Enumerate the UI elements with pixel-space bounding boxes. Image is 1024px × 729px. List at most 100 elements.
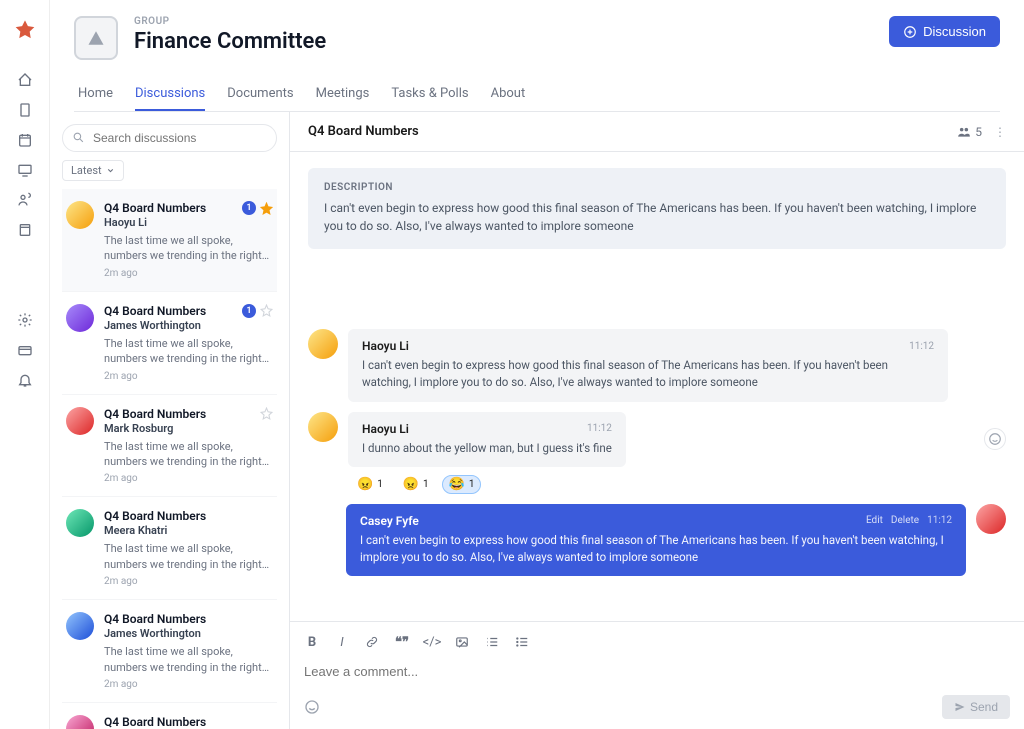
sort-dropdown[interactable]: Latest [62, 160, 124, 181]
bullet-list-button[interactable] [514, 634, 530, 650]
star-icon[interactable] [260, 304, 273, 317]
message-author: Casey Fyfe [360, 514, 419, 528]
avatar [308, 329, 338, 359]
tabs: Home Discussions Documents Meetings Tasks & … [74, 78, 1000, 112]
discussion-author: Meera Khatri [104, 524, 273, 537]
group-avatar-icon [74, 16, 118, 60]
message-bubble: Casey Fyfe Edit Delete 11:12 I can't eve… [346, 504, 966, 577]
discussion-sidebar: Latest Q4 Board Numbers Haoyu Li The las… [50, 112, 290, 729]
discussion-time: 2m ago [104, 679, 273, 690]
link-button[interactable] [364, 634, 380, 650]
reaction-chip[interactable]: 😂1 [442, 475, 482, 494]
document-icon[interactable] [17, 102, 33, 118]
discussion-author: James Worthington [104, 319, 273, 332]
message-author: Haoyu Li [362, 339, 409, 353]
discussion-item[interactable]: Q4 Board Numbers Mark Rosburg The last t… [62, 395, 277, 498]
book-icon[interactable] [17, 222, 33, 238]
description-box: DESCRIPTION I can't even begin to expres… [308, 168, 1006, 249]
users-icon[interactable] [17, 192, 33, 208]
bell-icon[interactable] [17, 372, 33, 388]
bold-button[interactable]: B [304, 634, 320, 650]
calendar-icon[interactable] [17, 132, 33, 148]
avatar [308, 412, 338, 442]
italic-button[interactable]: I [334, 634, 350, 650]
image-button[interactable] [454, 634, 470, 650]
avatar [976, 504, 1006, 534]
gear-icon[interactable] [17, 312, 33, 328]
message-time: 11:12 [909, 341, 934, 352]
chevron-down-icon [106, 166, 115, 175]
tab-home[interactable]: Home [78, 78, 113, 111]
discussion-title: Q4 Board Numbers [104, 715, 273, 729]
emoji-picker-button[interactable] [304, 699, 320, 715]
members-count[interactable]: 5 [957, 125, 982, 139]
avatar [66, 201, 94, 229]
monitor-icon[interactable] [17, 162, 33, 178]
quote-button[interactable]: ❝❞ [394, 634, 410, 650]
tab-about[interactable]: About [491, 78, 526, 111]
delete-button[interactable]: Delete [891, 515, 919, 526]
message-bubble: Haoyu Li 11:12 I can't even begin to exp… [348, 329, 948, 402]
edit-button[interactable]: Edit [866, 515, 883, 526]
discussion-title: Q4 Board Numbers [104, 509, 273, 523]
description-text: I can't even begin to express how good t… [324, 199, 990, 235]
message-time: 11:12 [587, 423, 612, 434]
reaction-chip[interactable]: 😠1 [396, 475, 436, 494]
comment-composer: B I ❝❞ </> Send [290, 621, 1024, 729]
discussion-title: Q4 Board Numbers [104, 407, 273, 421]
star-icon[interactable] [260, 407, 273, 420]
discussion-item[interactable]: Q4 Board Numbers James Worthington The l… [62, 292, 277, 395]
discussion-author: Mark Rosburg [104, 422, 273, 435]
reaction-chip[interactable]: 😠1 [350, 475, 390, 494]
tab-documents[interactable]: Documents [227, 78, 293, 111]
discussion-preview: The last time we all spoke, numbers we t… [104, 439, 273, 470]
left-rail [0, 0, 50, 729]
tab-meetings[interactable]: Meetings [316, 78, 370, 111]
discussion-time: 2m ago [104, 268, 273, 279]
avatar [66, 612, 94, 640]
comment-input[interactable] [304, 654, 1010, 695]
discussion-item[interactable]: Q4 Board Numbers James Worthington The l… [62, 600, 277, 703]
app-logo-icon [11, 18, 39, 46]
unread-badge: 1 [242, 304, 256, 318]
group-type-label: GROUP [134, 16, 873, 27]
send-button[interactable]: Send [942, 695, 1010, 719]
ordered-list-button[interactable] [484, 634, 500, 650]
message-bubble: Haoyu Li 11:12 I dunno about the yellow … [348, 412, 626, 467]
add-reaction-button[interactable] [984, 428, 1006, 450]
discussion-author: James Worthington [104, 627, 273, 640]
people-icon [957, 125, 971, 139]
tab-discussions[interactable]: Discussions [135, 78, 205, 111]
discussion-preview: The last time we all spoke, numbers we t… [104, 233, 273, 264]
star-icon[interactable] [260, 202, 273, 215]
format-toolbar: B I ❝❞ </> [304, 630, 1010, 654]
avatar [66, 407, 94, 435]
page-title: Finance Committee [134, 29, 873, 54]
discussion-preview: The last time we all spoke, numbers we t… [104, 336, 273, 367]
description-label: DESCRIPTION [324, 182, 990, 193]
search-input[interactable] [62, 124, 277, 152]
message-row: Haoyu Li 11:12 I dunno about the yellow … [308, 412, 1006, 494]
more-menu-button[interactable]: ⋮ [994, 125, 1006, 139]
unread-badge: 1 [242, 201, 256, 215]
message-body: I can't even begin to express how good t… [362, 357, 934, 392]
page-header: GROUP Finance Committee Discussion Home D… [50, 0, 1024, 112]
discussion-item[interactable]: Q4 Board Numbers Akira Chen The last tim… [62, 703, 277, 729]
discussion-preview: The last time we all spoke, numbers we t… [104, 644, 273, 675]
discussion-preview: The last time we all spoke, numbers we t… [104, 541, 273, 572]
message-row-own: Casey Fyfe Edit Delete 11:12 I can't eve… [308, 504, 1006, 577]
card-icon[interactable] [17, 342, 33, 358]
discussion-item[interactable]: Q4 Board Numbers Haoyu Li The last time … [62, 189, 277, 292]
new-discussion-button[interactable]: Discussion [889, 16, 1000, 47]
home-icon[interactable] [17, 72, 33, 88]
message-body: I dunno about the yellow man, but I gues… [362, 440, 612, 457]
discussion-time: 2m ago [104, 371, 273, 382]
discussion-item[interactable]: Q4 Board Numbers Meera Khatri The last t… [62, 497, 277, 600]
avatar [66, 304, 94, 332]
reactions-bar: 😠1 😠1 😂1 [350, 475, 1006, 494]
code-button[interactable]: </> [424, 634, 440, 650]
tab-tasks-polls[interactable]: Tasks & Polls [391, 78, 468, 111]
discussion-title: Q4 Board Numbers [104, 612, 273, 626]
avatar [66, 715, 94, 729]
message-body: I can't even begin to express how good t… [360, 532, 952, 567]
